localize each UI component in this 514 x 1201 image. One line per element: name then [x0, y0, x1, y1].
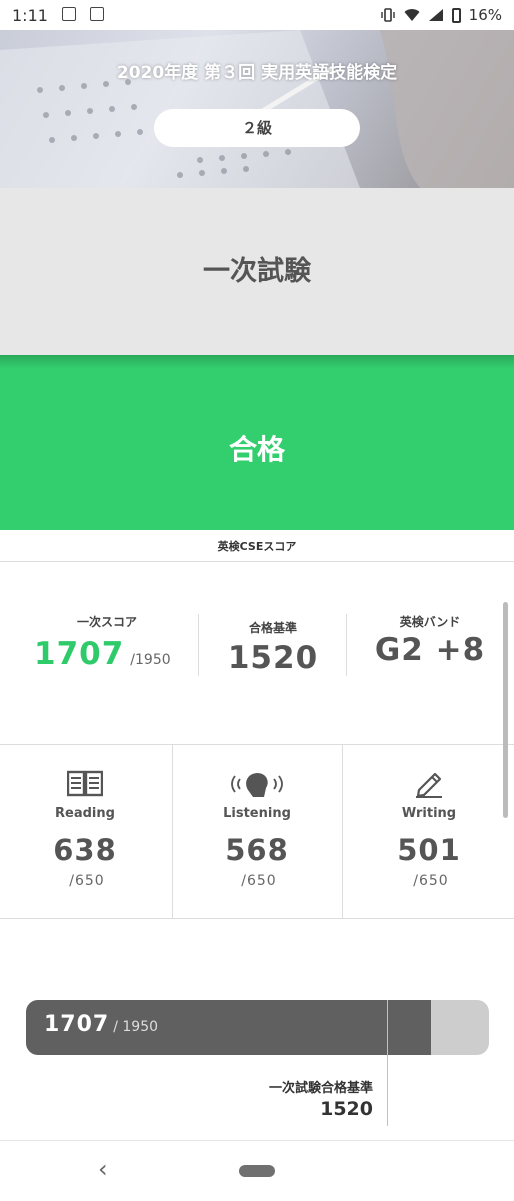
status-bar: 1:11 16%	[0, 0, 514, 30]
skill-name: Writing	[401, 806, 457, 821]
result-banner: 合格	[0, 355, 514, 530]
total-score-max: /1950	[130, 652, 171, 668]
divider	[342, 745, 343, 918]
skill-name: Listening	[223, 806, 291, 821]
head-sound-icon	[231, 773, 283, 797]
book-icon	[66, 770, 104, 797]
skill-score: 568	[225, 833, 289, 867]
battery-percent: 16%	[468, 6, 502, 24]
header-banner: 2020年度 第３回 実用英語技能検定 ２級	[0, 30, 514, 188]
pass-threshold-label: 一次試験合格基準 1520	[269, 1077, 373, 1120]
pass-threshold-marker	[387, 1000, 388, 1126]
home-pill-icon[interactable]	[239, 1165, 275, 1177]
skill-score: 638	[53, 833, 117, 867]
battery-icon	[451, 7, 461, 23]
score-progress-text: 1707/ 1950	[44, 1012, 158, 1037]
skill-reading: Reading 638 /650	[0, 770, 170, 889]
pass-criterion-value: 1520	[227, 640, 319, 676]
divider	[0, 918, 514, 919]
eiken-band-value: G2 +8	[374, 632, 486, 668]
scrollbar[interactable]	[503, 602, 508, 818]
signal-icon	[428, 9, 443, 21]
notification-app-icon	[62, 7, 76, 21]
skill-writing: Writing 501 /650	[344, 770, 514, 889]
divider	[198, 614, 199, 676]
progress-value: 1707	[44, 1012, 110, 1037]
pencil-icon	[416, 772, 442, 798]
system-nav-bar: ‹	[0, 1140, 514, 1201]
skill-name: Reading	[55, 806, 115, 821]
pass-threshold-title: 一次試験合格基準	[268, 1081, 373, 1096]
skill-max: /650	[413, 873, 449, 889]
divider	[0, 744, 514, 745]
eiken-band: 英検バンド G2 +8	[356, 613, 504, 668]
cse-section-label: 英検CSEスコア	[217, 540, 297, 553]
pass-criterion: 合格基準 1520	[200, 619, 346, 676]
wifi-icon	[404, 9, 420, 21]
exam-stage: 一次試験	[0, 188, 514, 355]
score-label: 一次スコア	[76, 615, 137, 629]
status-time: 1:11	[12, 6, 48, 25]
vibrate-icon	[380, 8, 395, 22]
eiken-band-label: 英検バンド	[399, 615, 461, 629]
divider	[346, 614, 347, 676]
skill-max: /650	[241, 873, 277, 889]
skill-listening: Listening 568 /650	[172, 770, 342, 889]
progress-max: / 1950	[113, 1019, 159, 1035]
exam-title: 2020年度 第３回 実用英語技能検定	[116, 63, 398, 83]
skill-max: /650	[69, 873, 105, 889]
pass-threshold-value: 1520	[320, 1098, 373, 1120]
back-chevron-icon[interactable]: ‹	[98, 1155, 108, 1183]
divider	[0, 561, 514, 562]
notification-voicemail-icon	[90, 7, 104, 21]
grade-badge: ２級	[154, 109, 360, 147]
total-score: 1707/1950	[34, 636, 171, 672]
skill-score: 501	[397, 833, 461, 867]
pass-criterion-label: 合格基準	[248, 621, 297, 635]
result-shadow	[0, 355, 514, 369]
total-score-value: 1707	[34, 636, 125, 672]
